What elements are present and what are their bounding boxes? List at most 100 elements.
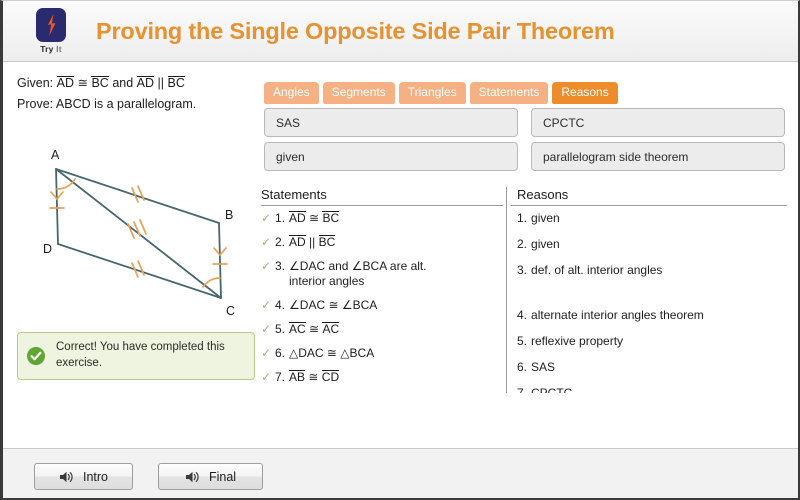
statement-check-icon: ✓ bbox=[261, 235, 272, 249]
reason-text: given bbox=[531, 211, 560, 225]
bank-item-cpctc[interactable]: CPCTC bbox=[531, 108, 785, 137]
reason-number: 4. bbox=[517, 308, 528, 322]
tick-AC-2 bbox=[133, 221, 141, 237]
given-conjunction: and bbox=[112, 76, 134, 90]
reason-row[interactable]: 3. def. of alt. interior angles bbox=[511, 263, 787, 278]
reason-number: 2. bbox=[517, 237, 528, 251]
statement-check-icon: ✓ bbox=[261, 370, 272, 384]
tick-DC-2 bbox=[137, 260, 145, 276]
statement-text: AD ≅ BC bbox=[289, 211, 340, 226]
seg-b: CD bbox=[321, 370, 340, 384]
op-symbol: || bbox=[309, 235, 316, 249]
lightning-bolt-icon bbox=[47, 14, 55, 36]
logo-it-text: It bbox=[56, 44, 62, 54]
final-audio-button[interactable]: Final bbox=[158, 463, 263, 490]
seg-a: AD bbox=[289, 235, 306, 249]
statement-number: 2. bbox=[275, 235, 286, 249]
speaker-icon bbox=[59, 471, 73, 482]
statement-check-icon: ✓ bbox=[261, 259, 272, 273]
tab-segments[interactable]: Segments bbox=[322, 82, 395, 105]
exercise-window: Try It Proving the Single Opposite Side … bbox=[0, 0, 800, 500]
op-symbol: ≅ bbox=[308, 370, 319, 384]
intro-button-label: Intro bbox=[82, 469, 108, 484]
statement-text: AC ≅ AC bbox=[289, 322, 340, 337]
bank-item-sas[interactable]: SAS bbox=[264, 108, 518, 137]
reason-text: given bbox=[531, 237, 560, 251]
bank-item-parallelogram-side-theorem[interactable]: parallelogram side theorem bbox=[531, 142, 785, 171]
reason-row[interactable]: 1. given bbox=[511, 211, 787, 226]
tick-AC-1 bbox=[127, 223, 135, 239]
tab-reasons[interactable]: Reasons bbox=[552, 82, 618, 105]
logo-badge bbox=[36, 8, 66, 42]
given-congruent-symbol: ≅ bbox=[77, 76, 88, 90]
parallelogram-diagram: A B C D bbox=[43, 148, 235, 318]
statements-rows: ✓ 1. AD ≅ BC ✓ 2. AD || BC ✓ 3. ∠DAC and… bbox=[261, 211, 503, 393]
statement-row: ✓ 3. ∠DAC and ∠BCA are alt. interior ang… bbox=[261, 259, 503, 289]
statement-row: ✓ 4. ∠DAC ≅ ∠BCA bbox=[261, 298, 503, 313]
tab-statements[interactable]: Statements bbox=[469, 82, 549, 105]
vertex-label-C: C bbox=[226, 304, 235, 318]
statement-check-icon: ✓ bbox=[261, 322, 272, 336]
reason-row[interactable]: 7. CPCTC bbox=[511, 386, 787, 393]
vertex-label-B: B bbox=[225, 208, 233, 222]
tab-angles[interactable]: Angles bbox=[264, 82, 319, 105]
reason-number: 5. bbox=[517, 334, 528, 348]
statement-number: 6. bbox=[275, 346, 286, 360]
vertex-label-D: D bbox=[43, 242, 52, 256]
statement-number: 7. bbox=[275, 370, 286, 384]
reason-row[interactable]: 2. given bbox=[511, 237, 787, 252]
statement-row: ✓ 6. △DAC ≅ △BCA bbox=[261, 346, 503, 361]
angle-arc-DAC bbox=[56, 178, 76, 190]
try-it-logo: Try It bbox=[27, 8, 75, 54]
given-parallel-symbol: || bbox=[157, 76, 165, 90]
seg-b: AC bbox=[322, 322, 340, 336]
vertex-label-A: A bbox=[51, 148, 60, 162]
reason-text: SAS bbox=[531, 360, 556, 374]
reason-number: 7. bbox=[517, 386, 528, 393]
reasons-column: Reasons 1. given 2. given 3. def. of alt. i… bbox=[511, 187, 787, 393]
seg-a: AB bbox=[289, 370, 306, 384]
intro-audio-button[interactable]: Intro bbox=[34, 463, 133, 490]
given-statement: Given: AD ≅ BC and AD || BC bbox=[17, 75, 185, 90]
reason-text: reflexive property bbox=[531, 334, 624, 348]
given-segment-4: BC bbox=[167, 76, 185, 90]
reason-row[interactable]: 6. SAS bbox=[511, 360, 787, 375]
statement-row: ✓ 1. AD ≅ BC bbox=[261, 211, 503, 226]
statement-text: ∠DAC and ∠BCA are alt. interior angles bbox=[289, 259, 427, 288]
reason-text: alternate interior angles theorem bbox=[531, 308, 704, 322]
statement-number: 3. bbox=[275, 259, 286, 273]
prove-statement: Prove: ABCD is a parallelogram. bbox=[17, 97, 197, 111]
reason-text: CPCTC bbox=[531, 386, 573, 393]
given-segment-3: AD bbox=[136, 76, 155, 90]
feedback-message: Correct! You have completed this exercis… bbox=[56, 341, 225, 369]
reason-row[interactable]: 4. alternate interior angles theorem bbox=[511, 308, 787, 323]
statement-check-icon: ✓ bbox=[261, 346, 272, 360]
answer-bank: SAS CPCTC given parallelogram side theor… bbox=[264, 108, 785, 171]
column-divider bbox=[506, 187, 507, 393]
statement-number: 5. bbox=[275, 322, 286, 336]
bank-item-given[interactable]: given bbox=[264, 142, 518, 171]
given-label: Given: bbox=[17, 76, 54, 90]
seg-a: AC bbox=[289, 322, 306, 336]
seg-b: BC bbox=[322, 211, 340, 225]
segment-CD bbox=[57, 243, 222, 299]
reason-row[interactable]: 5. reflexive property bbox=[511, 334, 787, 349]
tab-triangles[interactable]: Triangles bbox=[398, 82, 466, 105]
tick-AC-3 bbox=[139, 219, 147, 235]
statements-header: Statements bbox=[261, 187, 503, 206]
footer-bar: Intro Final bbox=[3, 449, 798, 498]
segment-BC bbox=[218, 222, 222, 299]
statement-number: 1. bbox=[275, 211, 286, 225]
proof-table: Statements ✓ 1. AD ≅ BC ✓ 2. AD || BC ✓ bbox=[261, 187, 789, 393]
reasons-rows: 1. given 2. given 3. def. of alt. interior … bbox=[511, 211, 787, 393]
statement-text: ∠DAC ≅ ∠BCA bbox=[289, 298, 378, 312]
feedback-banner: Correct! You have completed this exercis… bbox=[17, 332, 255, 380]
category-tabs: Angles Segments Triangles Statements Rea… bbox=[264, 82, 618, 105]
segment-DA bbox=[55, 168, 59, 245]
logo-label: Try It bbox=[40, 44, 62, 54]
statement-row: ✓ 7. AB ≅ CD bbox=[261, 370, 503, 385]
app-header: Try It Proving the Single Opposite Side … bbox=[3, 1, 798, 62]
segment-AB bbox=[55, 168, 220, 224]
reason-number: 6. bbox=[517, 360, 528, 374]
statement-text: AB ≅ CD bbox=[289, 370, 340, 385]
